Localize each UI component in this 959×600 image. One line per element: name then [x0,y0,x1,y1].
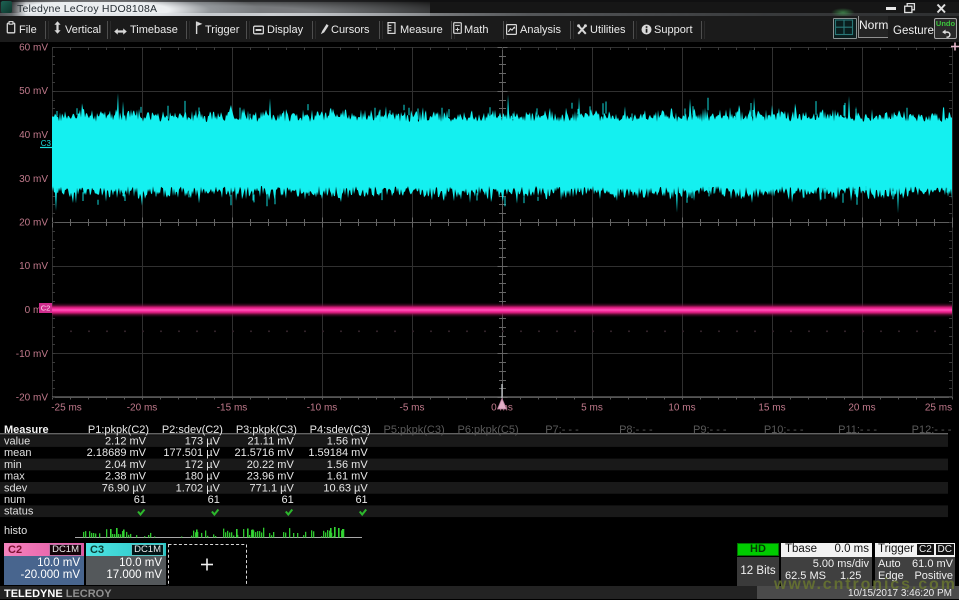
svg-text:1.56 mV: 1.56 mV [327,459,369,471]
svg-text:-10 mV: -10 mV [16,349,49,360]
svg-text:status: status [4,506,34,518]
svg-text:histo: histo [4,525,27,537]
svg-text:P8:- - -: P8:- - - [619,424,653,436]
svg-text:P12:- - -: P12:- - - [912,424,952,436]
svg-text:5 ms: 5 ms [581,403,603,414]
svg-text:2.38 mV: 2.38 mV [105,471,147,483]
svg-text:max: max [4,471,25,483]
svg-text:Measure: Measure [4,424,49,436]
svg-text:P9:- - -: P9:- - - [693,424,727,436]
svg-text:30 mV: 30 mV [19,174,48,185]
svg-text:P6:pkpk(C5): P6:pkpk(C5) [458,424,519,436]
svg-text:P11:- - -: P11:- - - [838,424,877,436]
svg-text:P2:sdev(C2): P2:sdev(C2) [162,424,223,436]
svg-text:177.501 µV: 177.501 µV [163,447,220,459]
svg-text:num: num [4,494,25,506]
svg-text:1.61 mV: 1.61 mV [327,471,369,483]
svg-text:C2: C2 [41,304,51,313]
svg-text:P3:pkpk(C3): P3:pkpk(C3) [236,424,297,436]
svg-text:21.11 mV: 21.11 mV [248,436,295,448]
svg-text:2.04 mV: 2.04 mV [105,459,147,471]
svg-text:10 mV: 10 mV [19,261,48,272]
svg-text:-20 mV: -20 mV [16,393,49,404]
svg-text:23.96 mV: 23.96 mV [247,471,295,483]
svg-text:mean: mean [4,447,32,459]
svg-text:-5 ms: -5 ms [400,403,425,414]
svg-text:P10:- - -: P10:- - - [764,424,804,436]
svg-text:173 µV: 173 µV [185,436,221,448]
svg-text:1.702 µV: 1.702 µV [176,482,221,494]
svg-text:P5:pkpk(C3): P5:pkpk(C3) [384,424,445,436]
svg-text:-10 ms: -10 ms [307,403,338,414]
svg-text:76.90 µV: 76.90 µV [102,482,147,494]
svg-text:1.56 mV: 1.56 mV [327,436,369,448]
svg-text:61: 61 [208,494,220,506]
svg-text:61: 61 [355,494,367,506]
svg-text:50 mV: 50 mV [19,86,48,97]
svg-text:771.1 µV: 771.1 µV [250,482,295,494]
svg-text:2.18689 mV: 2.18689 mV [87,447,147,459]
svg-text:P7:- - -: P7:- - - [545,424,579,436]
svg-text:25 ms: 25 ms [925,403,952,414]
svg-text:172 µV: 172 µV [185,459,221,471]
svg-text:C3: C3 [41,139,52,148]
svg-text:min: min [4,459,22,471]
svg-text:61: 61 [282,494,294,506]
svg-text:21.5716 mV: 21.5716 mV [234,447,294,459]
svg-text:15 ms: 15 ms [758,403,785,414]
svg-text:10 ms: 10 ms [668,403,695,414]
svg-text:sdev: sdev [4,482,28,494]
svg-text:61: 61 [134,494,146,506]
svg-text:60 mV: 60 mV [19,43,48,54]
svg-text:P4:sdev(C3): P4:sdev(C3) [310,424,371,436]
svg-text:20 mV: 20 mV [19,218,48,229]
svg-text:20 ms: 20 ms [848,403,875,414]
svg-text:180 µV: 180 µV [185,471,221,483]
svg-text:10.63 µV: 10.63 µV [323,482,368,494]
svg-text:2.12 mV: 2.12 mV [105,436,147,448]
svg-text:-25 ms: -25 ms [51,403,82,414]
svg-text:1.59184 mV: 1.59184 mV [308,447,368,459]
svg-text:20.22 mV: 20.22 mV [247,459,295,471]
svg-text:-20 ms: -20 ms [127,403,158,414]
svg-text:P1:pkpk(C2): P1:pkpk(C2) [88,424,149,436]
svg-text:-15 ms: -15 ms [217,403,248,414]
svg-text:value: value [4,436,30,448]
